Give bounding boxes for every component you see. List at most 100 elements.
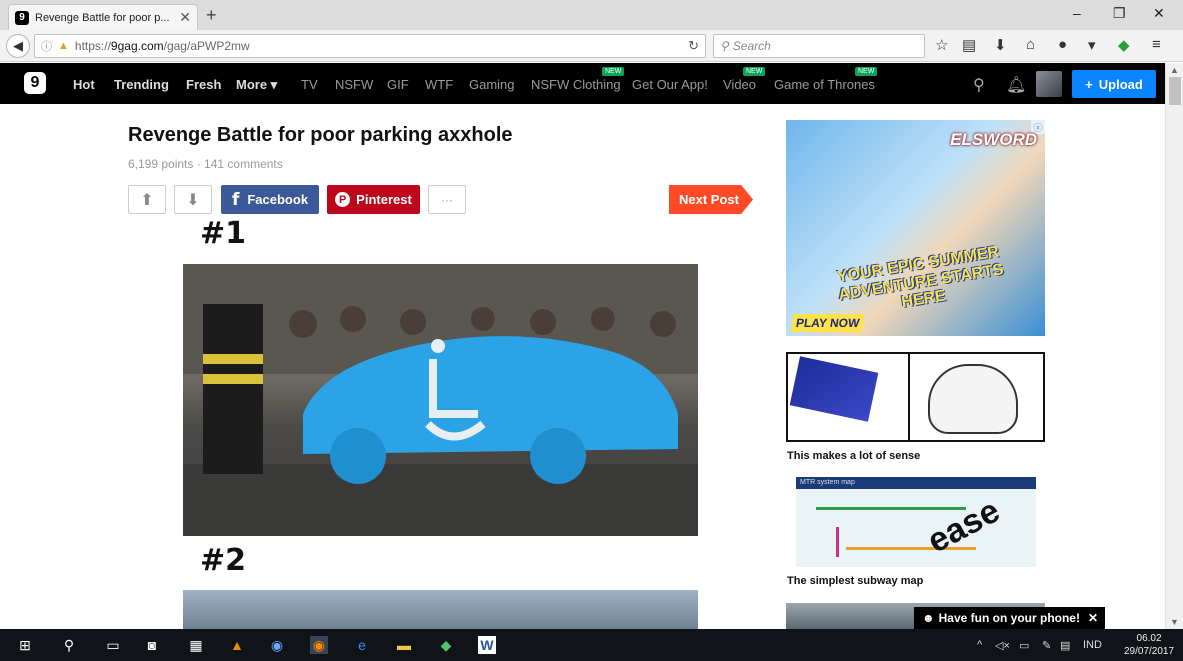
facebook-share-button[interactable]: f Facebook [221,185,319,214]
search-icon[interactable]: ⚲ [60,636,78,654]
next-post-button[interactable]: Next Post [669,185,753,214]
ad-play-now[interactable]: PLAY NOW [790,314,865,332]
app-globe-icon[interactable]: ◉ [268,636,286,654]
thumb-divider [908,354,910,440]
section-heading-2: #2 [200,543,247,578]
9gag-favicon-icon: 9 [15,10,29,25]
post-title: Revenge Battle for poor parking axxhole [128,124,513,146]
home-icon[interactable]: ⌂ [1026,36,1035,53]
nav-get-our-app[interactable]: Get Our App! [632,77,708,92]
nav-tv[interactable]: TV [301,77,318,92]
nav-nsfw-clothing[interactable]: NSFW Clothing [531,77,621,92]
more-share-button[interactable]: ··· [428,185,466,214]
edge-icon[interactable]: e [353,636,371,654]
action-center-icon[interactable]: ▤ [1060,639,1070,652]
nav-trending[interactable]: Trending [114,77,169,92]
scroll-up-icon[interactable]: ▲ [1170,65,1179,75]
sidebar-ad[interactable]: ⓧ ELSWORD YOUR EPIC SUMMER ADVENTURE STA… [786,120,1045,336]
bookmark-star-icon[interactable]: ☆ [935,36,948,54]
section-heading-1: #1 [200,216,247,251]
nav-more[interactable]: More ▾ [236,77,277,93]
info-icon[interactable]: ⓘ [41,38,52,54]
new-badge: NEW [855,67,878,76]
new-tab-button[interactable]: + [206,5,217,26]
extension-icon[interactable]: ◆ [1118,36,1130,54]
notification-bell-icon[interactable]: 🔔︎ [1006,75,1026,95]
sidebar-thumb-2[interactable]: MTR system map ease [796,477,1036,567]
back-button[interactable]: ◀ [6,34,30,58]
restore-icon[interactable]: ❐ [1113,5,1126,22]
map-header: MTR system map [796,477,1036,489]
tray-chevron-icon[interactable]: ^ [977,639,982,651]
arrow-up-icon: ⬆ [140,191,154,209]
map-line-green [816,507,966,510]
thumb-blue-rect [789,356,879,422]
pen-icon[interactable]: ✎ [1042,639,1051,652]
toast-banner[interactable]: ☻ Have fun on your phone! ✕ [914,607,1105,629]
browser-tab[interactable]: 9 Revenge Battle for poor p... ✕ [8,4,198,30]
menu-icon[interactable]: ≡ [1152,36,1161,53]
chat-icon[interactable]: ● [1058,36,1067,53]
nav-video[interactable]: Video [723,77,756,92]
avatar[interactable] [1036,71,1062,97]
reading-list-icon[interactable]: ▤ [962,36,976,54]
downvote-button[interactable]: ⬇ [174,185,212,214]
nav-wtf[interactable]: WTF [425,77,453,92]
upvote-button[interactable]: ⬆ [128,185,166,214]
network-icon[interactable]: ▭ [1019,639,1029,652]
firefox-icon[interactable]: ◉ [310,636,328,654]
search-placeholder: Search [732,39,771,53]
volume-icon[interactable]: ◁× [995,639,1010,652]
nav-gif[interactable]: GIF [387,77,409,92]
download-icon[interactable]: ⬇ [994,36,1007,54]
scroll-down-icon[interactable]: ▼ [1170,617,1179,627]
tab-title: Revenge Battle for poor p... [35,11,170,24]
task-view-icon[interactable]: ▭ [104,636,122,654]
app-icon[interactable]: ▦ [187,636,205,654]
nav-fresh[interactable]: Fresh [186,77,221,92]
search-icon[interactable]: ⚲ [973,75,985,95]
9gag-logo-icon[interactable]: 9 [24,72,46,94]
sidebar-caption-1[interactable]: This makes a lot of sense [787,450,920,462]
minimize-icon[interactable]: – [1073,5,1081,21]
close-window-icon[interactable]: ✕ [1153,5,1165,22]
sidebar-caption-2[interactable]: The simplest subway map [787,575,923,587]
page-scrollbar[interactable]: ▲ ▼ [1165,63,1183,629]
post-image-2 [183,590,698,630]
pinterest-icon: P [335,192,351,207]
thumb-comic-face [928,364,1018,434]
upload-label: Upload [1098,76,1143,92]
scrollbar-thumb[interactable] [1169,77,1181,105]
smile-icon: ☻ [922,611,935,625]
search-input[interactable]: ⚲ Search [713,34,925,58]
nav-gaming[interactable]: Gaming [469,77,515,92]
file-explorer-icon[interactable]: ▬ [395,636,413,654]
taskbar-clock[interactable]: 06.02 29/07/2017 [1124,632,1174,658]
windows-start-icon[interactable]: ⊞ [16,636,34,654]
nav-hot[interactable]: Hot [73,77,95,92]
app-chart-icon[interactable]: ◆ [437,636,455,654]
close-toast-icon[interactable]: ✕ [1088,611,1098,625]
reload-icon[interactable]: ↻ [688,38,699,54]
new-badge: NEW [743,67,766,76]
word-icon[interactable]: W [478,636,496,654]
pinterest-share-button[interactable]: P Pinterest [327,185,420,214]
close-tab-icon[interactable]: ✕ [179,9,191,26]
new-badge: NEW [602,67,625,76]
url-bar[interactable]: ⓘ ▲ https://9gag.com/gag/aPWP2mw ↻ [34,34,706,58]
map-overlay-text: ease [921,491,1006,561]
post-image-blue-car [183,264,698,536]
sidebar-thumb-1[interactable] [786,352,1045,442]
post-meta[interactable]: 6,199 points · 141 comments [128,157,283,171]
arrow-down-icon: ⬇ [186,191,200,209]
language-indicator[interactable]: IND [1083,639,1102,651]
browser-tab-strip: 9 Revenge Battle for poor p... ✕ + – ❐ ✕ [0,0,1183,30]
nav-game-of-thrones[interactable]: Game of Thrones [774,77,875,92]
car-photo [183,264,698,536]
upload-button[interactable]: + Upload [1072,70,1156,98]
nav-nsfw[interactable]: NSFW [335,77,373,92]
vlc-icon[interactable]: ▲ [228,636,246,654]
store-icon[interactable]: ◙ [143,636,161,654]
clock-date: 29/07/2017 [1124,646,1175,657]
pocket-icon[interactable]: ▾ [1088,36,1096,54]
